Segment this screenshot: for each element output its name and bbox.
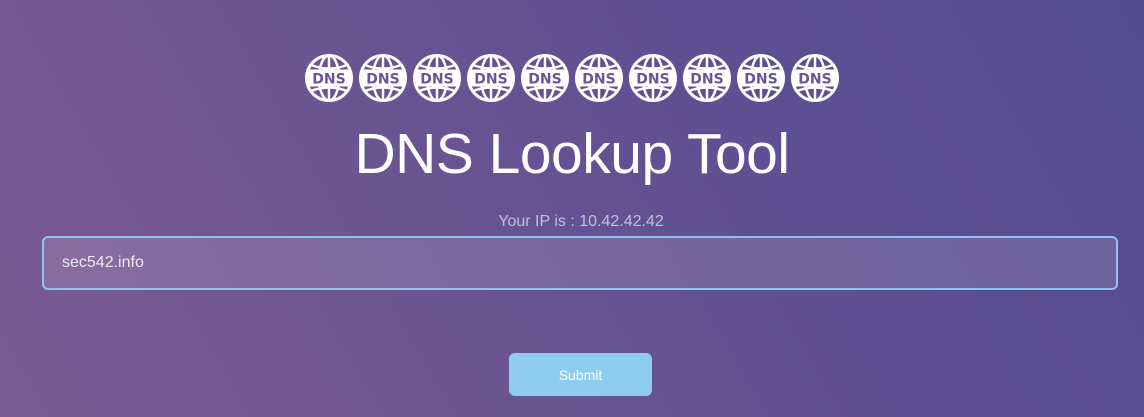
svg-text:DNS: DNS: [528, 72, 561, 88]
dns-globe-icon: DNS: [358, 53, 408, 103]
dns-globe-icon: DNS: [682, 53, 732, 103]
dns-globe-icon: DNS: [466, 53, 516, 103]
dns-globe-icon: DNS: [304, 53, 354, 103]
svg-text:DNS: DNS: [636, 72, 669, 88]
dns-globe-icon: DNS: [628, 53, 678, 103]
dns-icon-row: DNS DNS DNS DNS DNS DNS DNS DNS DNS DNS: [0, 53, 1144, 103]
dns-globe-icon: DNS: [520, 53, 570, 103]
svg-text:DNS: DNS: [420, 72, 453, 88]
svg-text:DNS: DNS: [312, 72, 345, 88]
svg-text:DNS: DNS: [366, 72, 399, 88]
svg-text:DNS: DNS: [582, 72, 615, 88]
dns-globe-icon: DNS: [412, 53, 462, 103]
svg-text:DNS: DNS: [744, 72, 777, 88]
svg-text:DNS: DNS: [474, 72, 507, 88]
dns-globe-icon: DNS: [790, 53, 840, 103]
page-title: DNS Lookup Tool: [354, 122, 790, 186]
submit-button[interactable]: Submit: [509, 353, 652, 396]
dns-globe-icon: DNS: [574, 53, 624, 103]
dns-globe-icon: DNS: [736, 53, 786, 103]
svg-text:DNS: DNS: [798, 72, 831, 88]
ip-address-text: Your IP is : 10.42.42.42: [498, 213, 664, 230]
svg-text:DNS: DNS: [690, 72, 723, 88]
domain-input[interactable]: [42, 236, 1118, 290]
